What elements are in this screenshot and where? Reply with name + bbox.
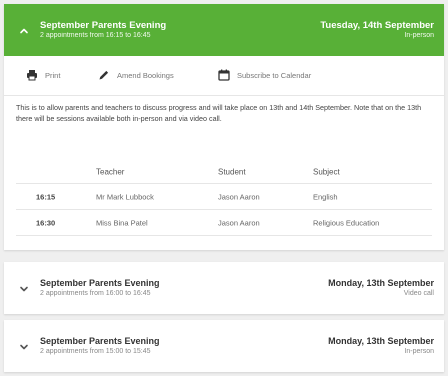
event-card-collapsed[interactable]: September Parents Evening 2 appointments… xyxy=(4,320,444,372)
event-subtitle: 2 appointments from 16:15 to 16:45 xyxy=(40,32,151,39)
amend-bookings-label: Amend Bookings xyxy=(117,70,174,80)
collapsed-event-subtitle: 2 appointments from 16:00 to 16:45 xyxy=(40,290,151,297)
row-student: Jason Aaron xyxy=(218,218,260,227)
event-card-collapsed[interactable]: September Parents Evening 2 appointments… xyxy=(4,262,444,314)
printer-icon xyxy=(27,70,37,81)
event-title: September Parents Evening xyxy=(40,20,167,31)
collapsed-event-header[interactable]: September Parents Evening 2 appointments… xyxy=(4,320,444,372)
chevron-down-icon[interactable] xyxy=(18,283,30,295)
amend-bookings-button[interactable]: Amend Bookings xyxy=(98,69,174,81)
appointments-table: Teacher Student Subject 16:15 Mr Mark Lu… xyxy=(16,160,432,236)
table-row: 16:15 Mr Mark Lubbock Jason Aaron Englis… xyxy=(16,184,432,210)
collapsed-event-right: Monday, 13th September In-person xyxy=(328,336,434,356)
collapsed-event-header[interactable]: September Parents Evening 2 appointments… xyxy=(4,262,444,314)
print-label: Print xyxy=(45,70,61,80)
collapsed-event-title: September Parents Evening xyxy=(40,336,160,346)
pencil-icon xyxy=(99,70,109,80)
row-teacher: Miss Bina Patel xyxy=(96,218,148,227)
calendar-icon xyxy=(218,69,230,81)
collapsed-event-left: September Parents Evening 2 appointments… xyxy=(40,278,160,298)
print-button[interactable]: Print xyxy=(26,69,60,81)
chevron-up-icon[interactable] xyxy=(18,25,30,37)
table-header: Teacher Student Subject xyxy=(16,160,432,184)
row-teacher: Mr Mark Lubbock xyxy=(96,192,154,201)
row-time: 16:15 xyxy=(36,192,56,201)
event-toolbar: Print Amend Bookings Subscribe to Calend… xyxy=(4,56,444,96)
event-header-right: Tuesday, 14th September In-person xyxy=(320,20,434,40)
collapsed-event-mode: Video call xyxy=(403,290,434,297)
header-subject: Subject xyxy=(313,167,340,176)
header-student: Student xyxy=(218,167,246,176)
chevron-down-icon[interactable] xyxy=(18,341,30,353)
event-header-left: September Parents Evening 2 appointments… xyxy=(40,20,166,40)
row-student: Jason Aaron xyxy=(218,192,260,201)
collapsed-event-mode: In-person xyxy=(404,348,434,355)
header-teacher: Teacher xyxy=(96,167,125,176)
subscribe-calendar-label: Subscribe to Calendar xyxy=(237,70,312,80)
row-subject: Religious Education xyxy=(313,218,380,227)
collapsed-event-date: Monday, 13th September xyxy=(328,336,434,346)
event-mode: In-person xyxy=(404,32,434,39)
row-time: 16:30 xyxy=(36,218,56,227)
table-row: 16:30 Miss Bina Patel Jason Aaron Religi… xyxy=(16,210,432,236)
collapsed-event-title: September Parents Evening xyxy=(40,278,160,288)
collapsed-event-date: Monday, 13th September xyxy=(328,278,434,288)
event-description: This is to allow parents and teachers to… xyxy=(16,103,422,123)
collapsed-event-left: September Parents Evening 2 appointments… xyxy=(40,336,160,356)
event-header[interactable]: September Parents Evening 2 appointments… xyxy=(4,4,444,56)
event-date: Tuesday, 14th September xyxy=(320,20,434,31)
row-subject: English xyxy=(313,192,338,201)
subscribe-calendar-button[interactable]: Subscribe to Calendar xyxy=(218,69,311,81)
collapsed-event-subtitle: 2 appointments from 15:00 to 15:45 xyxy=(40,348,151,355)
collapsed-event-right: Monday, 13th September Video call xyxy=(328,278,434,298)
